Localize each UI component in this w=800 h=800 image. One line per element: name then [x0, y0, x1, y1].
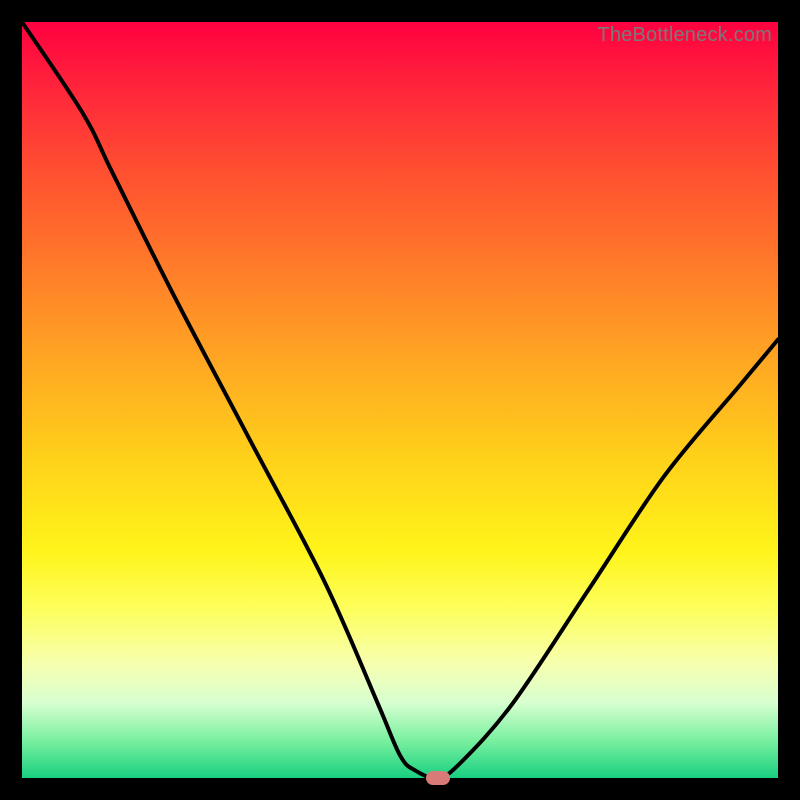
minimum-marker: [426, 771, 450, 785]
chart-plot-area: TheBottleneck.com: [22, 22, 778, 778]
bottleneck-curve: [22, 22, 778, 778]
chart-frame: TheBottleneck.com: [0, 0, 800, 800]
